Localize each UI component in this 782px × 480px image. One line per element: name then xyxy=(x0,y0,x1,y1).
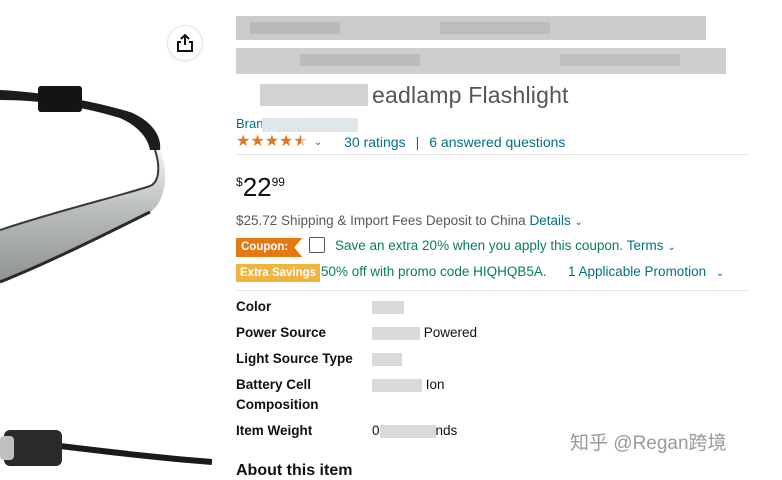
spec-value-text: Powered xyxy=(423,325,478,340)
shipping-details-link[interactable]: Details xyxy=(529,213,570,228)
price-whole: 22 xyxy=(242,172,272,202)
star-icon: ★ xyxy=(236,133,251,150)
answered-questions-link[interactable]: 6 answered questions xyxy=(429,134,565,150)
spec-label-battery-cell: Battery Cell Composition xyxy=(236,377,319,412)
chevron-down-icon[interactable]: ⌄ xyxy=(667,242,675,253)
star-icon: ★ xyxy=(250,133,265,150)
divider xyxy=(236,290,750,291)
divider xyxy=(236,154,750,155)
rating-row: ★ ★ ★ ★ ★ ⌄ 30 ratings | 6 answered ques… xyxy=(236,133,565,151)
separator: | xyxy=(415,134,420,150)
spec-value-light-source xyxy=(372,351,402,366)
spec-label-item-weight: Item Weight xyxy=(236,423,313,438)
brand-link[interactable]: Bran xyxy=(236,116,263,131)
share-icon xyxy=(177,33,193,52)
spec-value-prefix: 0 xyxy=(372,423,380,438)
chevron-down-icon[interactable]: ⌄ xyxy=(314,137,322,148)
chevron-down-icon[interactable]: ⌄ xyxy=(716,268,724,279)
promo-code-text: 50% off with promo code HIQHQB5A. xyxy=(321,264,547,279)
half-star-icon: ★ xyxy=(293,133,308,150)
spec-label-power-source: Power Source xyxy=(236,325,327,340)
coupon-offer: Save an extra 20% when you apply this co… xyxy=(335,238,676,253)
coupon-badge: Coupon: xyxy=(236,238,303,257)
price-fraction: 99 xyxy=(271,175,285,189)
product-title: eadlamp Flashlight xyxy=(372,82,569,108)
extra-savings-badge: Extra Savings xyxy=(236,264,321,282)
applicable-promotion-link[interactable]: 1 Applicable Promotion ⌄ xyxy=(568,264,724,279)
applicable-promotion-label[interactable]: 1 Applicable Promotion xyxy=(568,264,706,279)
spec-value-battery-cell: Ion xyxy=(372,377,445,392)
spec-label-color: Color xyxy=(236,299,272,314)
headlamp-product-photo xyxy=(0,86,212,466)
coupon-text: Save an extra 20% when you apply this co… xyxy=(335,238,624,253)
chevron-down-icon[interactable]: ⌄ xyxy=(574,217,582,228)
spec-value-power-source: Powered xyxy=(372,325,477,340)
shipping-text: $25.72 Shipping & Import Fees Deposit to… xyxy=(236,213,526,228)
spec-value-item-weight: 0 nds xyxy=(372,423,457,438)
spec-label-light-source: Light Source Type xyxy=(236,351,353,366)
watermark: 知乎 @Regan跨境 xyxy=(570,433,727,454)
spec-value-color xyxy=(372,299,404,314)
star-icon: ★ xyxy=(279,133,294,150)
price-symbol: $ xyxy=(236,175,243,189)
about-heading: About this item xyxy=(236,462,353,479)
star-icon: ★ xyxy=(264,133,280,150)
product-image[interactable] xyxy=(0,0,212,475)
coupon-terms-link[interactable]: Terms xyxy=(627,238,664,253)
ratings-count-link[interactable]: 30 ratings xyxy=(344,134,405,150)
coupon-checkbox[interactable] xyxy=(309,237,325,253)
spec-value-text: Ion xyxy=(425,377,445,392)
price: $2299 xyxy=(236,172,285,203)
spec-value-text: nds xyxy=(435,423,458,438)
brand-name-redacted xyxy=(262,118,358,132)
share-button[interactable] xyxy=(168,26,202,60)
shipping-info: $25.72 Shipping & Import Fees Deposit to… xyxy=(236,213,583,228)
